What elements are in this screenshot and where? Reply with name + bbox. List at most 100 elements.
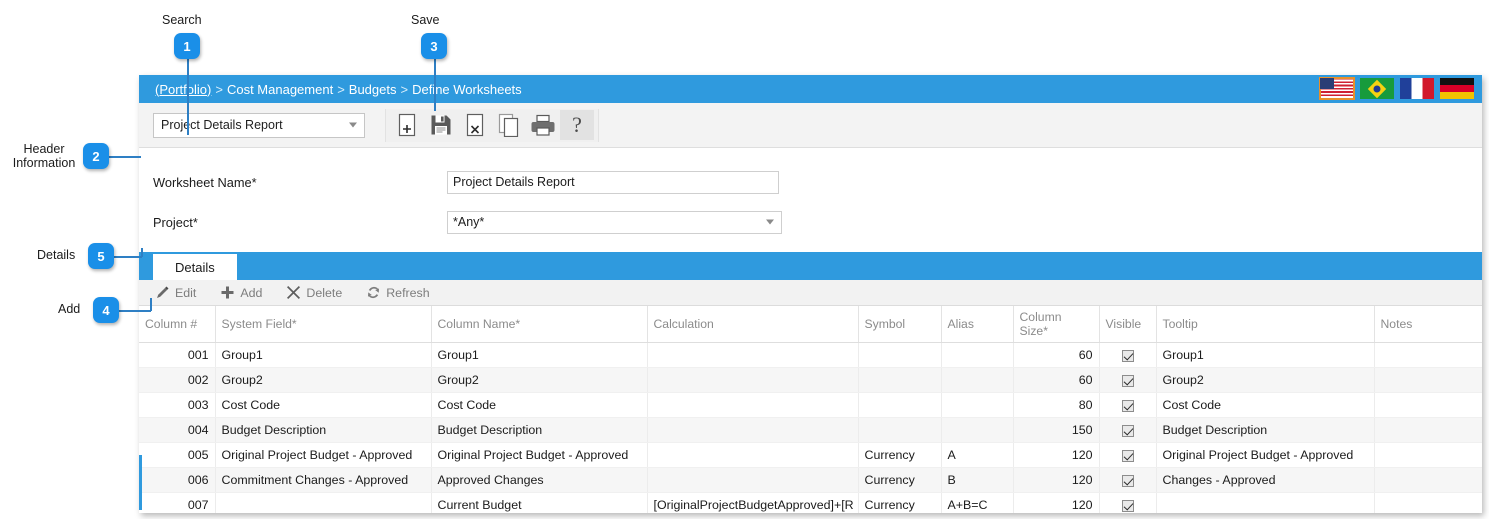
cell-notes[interactable]	[1374, 442, 1482, 468]
cell-column-name[interactable]: Original Project Budget - Approved	[431, 442, 648, 468]
table-row[interactable]: 003 Cost Code Cost Code 80 Cost Code	[139, 392, 1482, 418]
th-notes[interactable]: Notes	[1374, 306, 1482, 343]
flag-icon-united-states[interactable]	[1319, 77, 1355, 100]
save-button[interactable]	[424, 110, 458, 140]
cell-system-field[interactable]: Original Project Budget - Approved	[215, 442, 432, 468]
cell-column-number[interactable]: 003	[139, 392, 216, 418]
cell-visible[interactable]	[1099, 392, 1157, 418]
cell-calculation[interactable]	[647, 367, 859, 393]
cell-notes[interactable]	[1374, 492, 1482, 513]
cell-notes[interactable]	[1374, 417, 1482, 443]
th-tooltip[interactable]: Tooltip	[1156, 306, 1375, 343]
tab-details[interactable]: Details	[153, 254, 237, 280]
th-visible[interactable]: Visible	[1099, 306, 1157, 343]
th-column-name[interactable]: Column Name*	[431, 306, 648, 343]
table-row[interactable]: 007 Current Budget [OriginalProjectBudgetA…	[139, 492, 1482, 513]
table-row[interactable]: 002 Group2 Group2 60 Group2	[139, 367, 1482, 393]
new-button[interactable]	[390, 110, 424, 140]
checkbox-visible[interactable]	[1121, 499, 1134, 512]
cell-column-number[interactable]: 001	[139, 342, 216, 368]
worksheet-search-combobox[interactable]: Project Details Report	[153, 112, 365, 138]
table-row[interactable]: 005 Original Project Budget - Approved Ori…	[139, 442, 1482, 468]
cell-notes[interactable]	[1374, 342, 1482, 368]
cell-notes[interactable]	[1374, 467, 1482, 493]
th-calculation[interactable]: Calculation	[647, 306, 859, 343]
cell-visible[interactable]	[1099, 467, 1157, 493]
cell-visible[interactable]	[1099, 367, 1157, 393]
cell-alias[interactable]	[941, 342, 1014, 368]
cell-notes[interactable]	[1374, 367, 1482, 393]
cell-calculation[interactable]: [OriginalProjectBudgetApproved]+[R	[647, 492, 859, 513]
cell-calculation[interactable]	[647, 392, 859, 418]
cell-symbol[interactable]: Currency	[858, 492, 942, 513]
cell-column-size[interactable]: 120	[1013, 442, 1100, 468]
checkbox-visible[interactable]	[1121, 474, 1134, 487]
refresh-button[interactable]: Refresh	[366, 285, 430, 300]
breadcrumb-item-define-worksheets[interactable]: Define Worksheets	[412, 82, 522, 97]
cell-column-size[interactable]: 120	[1013, 467, 1100, 493]
cell-system-field[interactable]: Budget Description	[215, 417, 432, 443]
edit-button[interactable]: Edit	[155, 285, 196, 300]
cell-tooltip[interactable]: Budget Description	[1156, 417, 1375, 443]
cell-visible[interactable]	[1099, 492, 1157, 513]
th-system-field[interactable]: System Field*	[215, 306, 432, 343]
cell-column-number[interactable]: 002	[139, 367, 216, 393]
checkbox-visible[interactable]	[1121, 424, 1134, 437]
cell-calculation[interactable]	[647, 342, 859, 368]
table-row[interactable]: 004 Budget Description Budget Description 1…	[139, 417, 1482, 443]
cell-column-name[interactable]: Approved Changes	[431, 467, 648, 493]
checkbox-visible[interactable]	[1121, 399, 1134, 412]
cell-column-size[interactable]: 150	[1013, 417, 1100, 443]
cell-visible[interactable]	[1099, 417, 1157, 443]
flag-icon-france[interactable]	[1400, 78, 1434, 99]
checkbox-visible[interactable]	[1121, 374, 1134, 387]
cell-notes[interactable]	[1374, 392, 1482, 418]
cell-visible[interactable]	[1099, 442, 1157, 468]
cell-alias[interactable]	[941, 417, 1014, 443]
cell-column-size[interactable]: 120	[1013, 492, 1100, 513]
cell-column-name[interactable]: Group1	[431, 342, 648, 368]
cell-symbol[interactable]	[858, 417, 942, 443]
cell-alias[interactable]: B	[941, 467, 1014, 493]
worksheet-name-input[interactable]: Project Details Report	[447, 170, 779, 194]
cell-tooltip[interactable]	[1156, 492, 1375, 513]
cell-alias[interactable]	[941, 392, 1014, 418]
breadcrumb-item-portfolio[interactable]: (Portfolio)	[155, 82, 211, 97]
breadcrumb-item-budgets[interactable]: Budgets	[349, 82, 397, 97]
flag-icon-germany[interactable]	[1440, 78, 1474, 99]
cell-calculation[interactable]	[647, 417, 859, 443]
print-button[interactable]	[526, 110, 560, 140]
checkbox-visible[interactable]	[1121, 349, 1134, 362]
cell-alias[interactable]	[941, 367, 1014, 393]
cell-visible[interactable]	[1099, 342, 1157, 368]
cell-tooltip[interactable]: Group1	[1156, 342, 1375, 368]
breadcrumb-item-cost-management[interactable]: Cost Management	[227, 82, 333, 97]
cell-column-size[interactable]: 80	[1013, 392, 1100, 418]
cell-calculation[interactable]	[647, 467, 859, 493]
th-column-size[interactable]: Column Size*	[1013, 306, 1100, 343]
cell-calculation[interactable]	[647, 442, 859, 468]
flag-icon-brazil[interactable]	[1360, 78, 1394, 99]
cell-symbol[interactable]: Currency	[858, 467, 942, 493]
cell-column-number[interactable]: 007	[139, 492, 216, 513]
cell-column-number[interactable]: 004	[139, 417, 216, 443]
copy-button[interactable]	[492, 110, 526, 140]
cell-tooltip[interactable]: Original Project Budget - Approved	[1156, 442, 1375, 468]
cell-symbol[interactable]	[858, 392, 942, 418]
th-symbol[interactable]: Symbol	[858, 306, 942, 343]
cell-column-name[interactable]: Current Budget	[431, 492, 648, 513]
help-button[interactable]: ?	[560, 110, 594, 140]
table-row[interactable]: 001 Group1 Group1 60 Group1	[139, 342, 1482, 368]
delete-row-button[interactable]: Delete	[286, 285, 342, 300]
cell-system-field[interactable]: Commitment Changes - Approved	[215, 467, 432, 493]
cell-column-name[interactable]: Budget Description	[431, 417, 648, 443]
cell-column-name[interactable]: Group2	[431, 367, 648, 393]
cell-symbol[interactable]: Currency	[858, 442, 942, 468]
cell-tooltip[interactable]: Group2	[1156, 367, 1375, 393]
cell-column-size[interactable]: 60	[1013, 342, 1100, 368]
cell-tooltip[interactable]: Changes - Approved	[1156, 467, 1375, 493]
cell-symbol[interactable]	[858, 367, 942, 393]
cell-column-number[interactable]: 006	[139, 467, 216, 493]
cell-alias[interactable]: A	[941, 442, 1014, 468]
cell-system-field[interactable]: Cost Code	[215, 392, 432, 418]
